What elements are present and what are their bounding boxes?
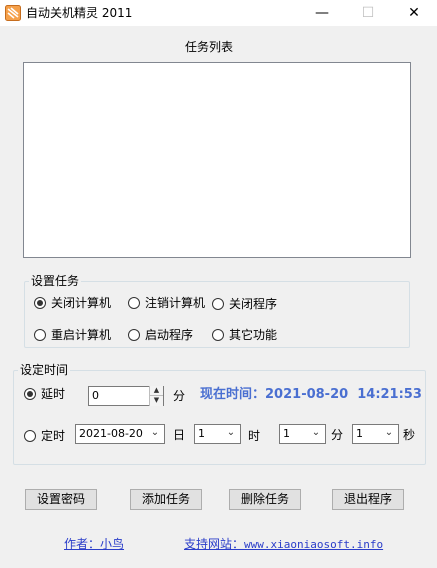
- day-select-value: 1: [198, 427, 205, 440]
- hour-select-value: 1: [283, 427, 290, 440]
- radio-scheduled[interactable]: 定时: [24, 429, 72, 443]
- author-label: 作者：: [64, 537, 101, 551]
- chevron-down-icon[interactable]: ⌄: [382, 424, 396, 442]
- radio-other-functions[interactable]: 其它功能: [212, 328, 292, 342]
- chevron-down-icon[interactable]: ⌄: [309, 424, 323, 442]
- radio-restart-label: 重启计算机: [51, 328, 112, 342]
- maximize-icon: ☐: [361, 5, 375, 21]
- current-time-value: 2021-08-20 14:21:53: [265, 387, 422, 402]
- set-task-legend: 设置任务: [29, 274, 82, 288]
- minimize-icon: —: [315, 5, 329, 21]
- support-site-link[interactable]: 支持网站：www.xiaoniaosoft.info: [184, 537, 383, 552]
- close-button[interactable]: ✕: [391, 0, 437, 26]
- hour-unit: 时: [248, 429, 261, 443]
- minute-select-value: 1: [356, 427, 363, 440]
- radio-close-program[interactable]: 关闭程序: [212, 297, 292, 311]
- radio-start-program-indicator[interactable]: [128, 329, 140, 341]
- delay-unit: 分: [173, 389, 186, 403]
- site-url: www.xiaoniaosoft.info: [244, 538, 384, 551]
- radio-other-functions-label: 其它功能: [229, 328, 278, 342]
- author-link[interactable]: 作者：小鸟: [64, 537, 124, 551]
- radio-delay[interactable]: 延时: [24, 387, 72, 401]
- task-list-caption: 任务列表: [185, 40, 234, 54]
- task-list[interactable]: [23, 62, 411, 258]
- author-name: 小鸟: [100, 537, 125, 551]
- close-icon: ✕: [408, 5, 420, 21]
- set-time-legend: 设定时间: [18, 363, 71, 377]
- current-time-label: 现在时间：: [200, 387, 266, 402]
- radio-start-program-label: 启动程序: [145, 328, 194, 342]
- day-select[interactable]: 1 ⌄: [194, 424, 241, 444]
- site-label: 支持网站：: [184, 537, 245, 551]
- exit-button[interactable]: 退出程序: [332, 489, 404, 510]
- maximize-button: ☐: [345, 0, 391, 26]
- radio-close-program-indicator[interactable]: [212, 298, 224, 310]
- spin-down-icon[interactable]: ▼: [150, 396, 163, 405]
- spin-up-icon[interactable]: ▲: [150, 386, 163, 396]
- radio-logoff-indicator[interactable]: [128, 297, 140, 309]
- radio-start-program[interactable]: 启动程序: [128, 328, 208, 342]
- radio-delay-label: 延时: [41, 387, 66, 401]
- radio-other-functions-indicator[interactable]: [212, 329, 224, 341]
- radio-logoff-label: 注销计算机: [145, 296, 206, 310]
- radio-logoff[interactable]: 注销计算机: [128, 296, 218, 310]
- radio-restart-indicator[interactable]: [34, 329, 46, 341]
- delete-task-button[interactable]: 删除任务: [229, 489, 301, 510]
- minute-unit: 分: [331, 428, 344, 442]
- set-password-button[interactable]: 设置密码: [25, 489, 97, 510]
- minimize-button[interactable]: —: [299, 0, 345, 26]
- date-picker[interactable]: 2021-08-20 ⌄: [75, 424, 165, 444]
- day-unit: 日: [173, 428, 186, 442]
- app-icon: [5, 5, 21, 21]
- second-unit: 秒: [403, 428, 416, 442]
- add-task-button[interactable]: 添加任务: [130, 489, 202, 510]
- delay-spinner[interactable]: ▲ ▼: [149, 386, 163, 406]
- chevron-down-icon[interactable]: ⌄: [148, 424, 162, 442]
- minute-select[interactable]: 1 ⌄: [352, 424, 399, 444]
- set-time-group: [13, 370, 426, 465]
- radio-delay-indicator[interactable]: [24, 388, 36, 400]
- radio-shutdown-indicator[interactable]: [34, 297, 46, 309]
- window-title: 自动关机精灵 2011: [26, 6, 133, 20]
- radio-shutdown-label: 关闭计算机: [51, 296, 112, 310]
- radio-scheduled-label: 定时: [41, 429, 66, 443]
- date-picker-value: 2021-08-20: [79, 427, 143, 440]
- radio-close-program-label: 关闭程序: [229, 297, 278, 311]
- chevron-down-icon[interactable]: ⌄: [224, 424, 238, 442]
- current-time-display: 现在时间：2021-08-20 14:21:53: [200, 386, 425, 404]
- hour-select[interactable]: 1 ⌄: [279, 424, 326, 444]
- radio-scheduled-indicator[interactable]: [24, 430, 36, 442]
